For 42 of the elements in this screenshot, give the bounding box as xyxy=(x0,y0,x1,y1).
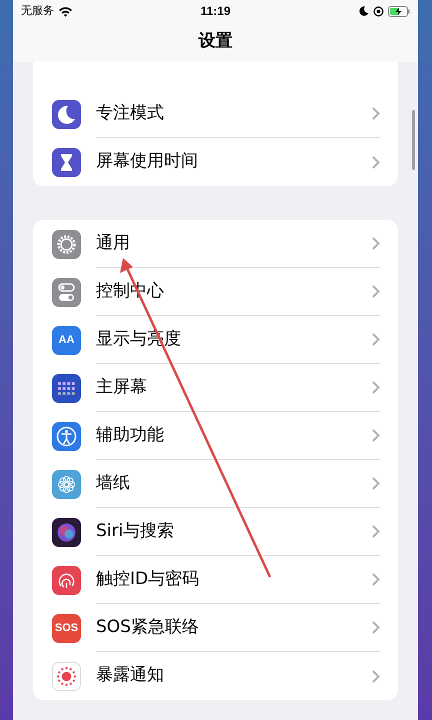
text-icon: AA xyxy=(52,326,81,354)
chevron-icon xyxy=(372,429,380,442)
settings-row[interactable]: 通用 xyxy=(33,220,398,268)
settings-row[interactable]: 辅助功能 xyxy=(33,412,398,460)
chevron-icon xyxy=(372,525,380,538)
chevron-icon xyxy=(372,156,380,168)
battery-icon xyxy=(388,6,410,16)
chevron-icon xyxy=(372,381,380,394)
scroll-bar xyxy=(412,110,415,170)
settings-row[interactable]: 屏幕使用时间 xyxy=(33,138,398,186)
settings-row[interactable]: 主屏幕 xyxy=(33,364,398,412)
settings-row[interactable]: Siri与搜索 xyxy=(33,508,398,556)
rotation-lock-icon xyxy=(373,6,384,16)
clock-time: 11:19 xyxy=(200,3,231,20)
settings-label: 屏幕使用时间 xyxy=(96,150,198,174)
settings-label: 辅助功能 xyxy=(96,424,164,447)
settings-label: 触控ID与密码 xyxy=(96,568,200,591)
settings-label: Siri与搜索 xyxy=(96,520,174,543)
wifi-icon xyxy=(58,6,73,16)
settings-row[interactable]: 专注模式 xyxy=(33,90,398,138)
text-icon: SOS xyxy=(52,614,81,642)
settings-row[interactable]: 墙纸 xyxy=(33,460,398,508)
settings-row[interactable]: 触控ID与密码 xyxy=(33,556,398,604)
chevron-icon xyxy=(372,621,380,634)
page-title: 设置 xyxy=(198,30,232,54)
chevron-icon xyxy=(372,477,380,490)
carrier-text: 无服务 xyxy=(21,2,54,19)
settings-label: 墙纸 xyxy=(96,472,130,495)
settings-row[interactable]: SOS SOS紧急联络 xyxy=(33,604,398,652)
settings-label: 暴露通知 xyxy=(96,664,164,688)
moon-icon xyxy=(359,6,369,16)
settings-label: 主屏幕 xyxy=(96,376,147,399)
chevron-icon xyxy=(372,285,380,298)
chevron-icon xyxy=(372,670,380,682)
settings-row[interactable]: 暴露通知 xyxy=(33,652,398,700)
settings-label: 通用 xyxy=(96,232,130,255)
chevron-icon xyxy=(372,107,380,120)
chevron-icon xyxy=(372,237,380,250)
settings-label: SOS紧急联络 xyxy=(96,616,199,639)
chevron-icon xyxy=(372,573,380,586)
settings-label: 专注模式 xyxy=(96,102,164,125)
chevron-icon xyxy=(372,333,380,346)
